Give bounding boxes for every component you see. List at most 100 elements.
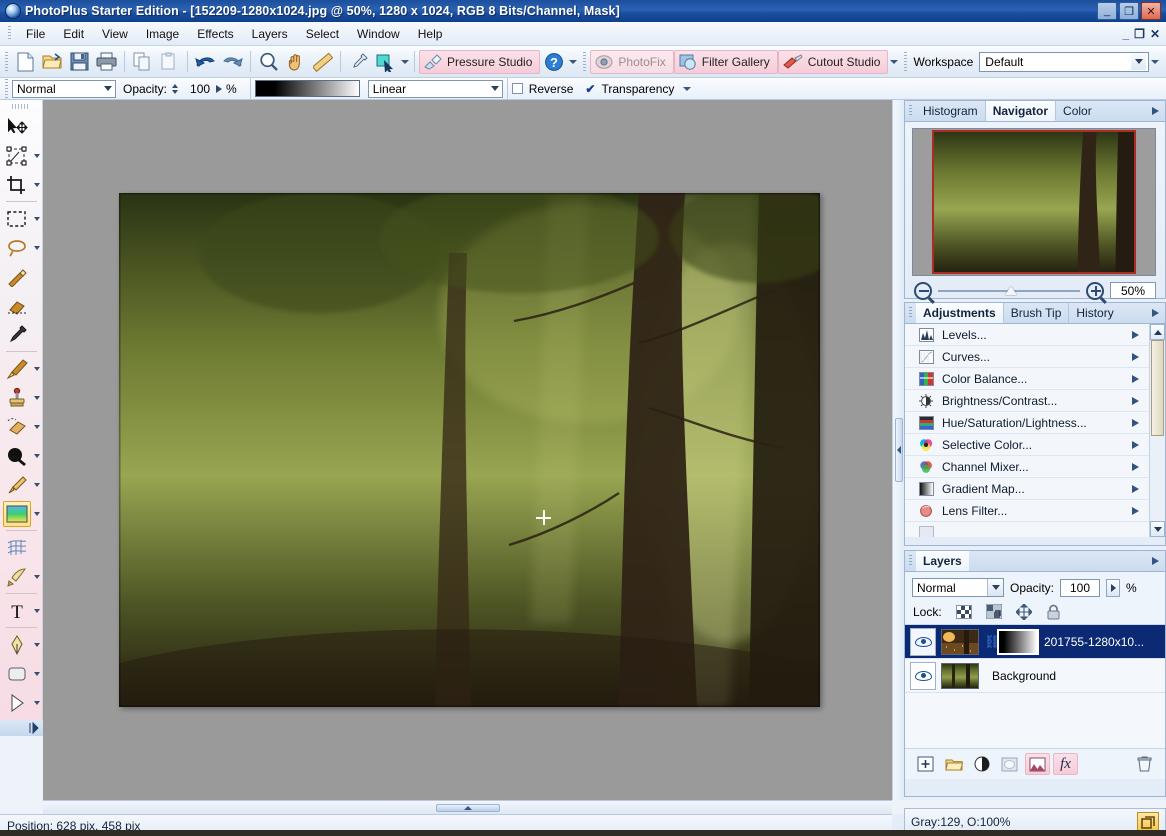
- opacity-flyout-arrow-icon[interactable]: [216, 82, 223, 96]
- menu-file[interactable]: File: [17, 24, 54, 44]
- menu-select[interactable]: Select: [297, 24, 348, 44]
- tool-shape[interactable]: [0, 659, 43, 688]
- zoom-in-icon[interactable]: [1086, 281, 1104, 300]
- filter-gallery-button[interactable]: Filter Gallery: [673, 49, 778, 74]
- adjustment-apply-arrow-icon[interactable]: [1132, 418, 1139, 427]
- new-window-icon[interactable]: [1137, 812, 1159, 832]
- layers-panel-menu-button[interactable]: [1145, 551, 1165, 571]
- tool-clone[interactable]: [0, 383, 43, 412]
- tab-history[interactable]: History: [1069, 303, 1120, 323]
- table-row[interactable]: Background: [905, 659, 1165, 693]
- menu-edit[interactable]: Edit: [54, 24, 93, 44]
- tab-color[interactable]: Color: [1056, 101, 1099, 121]
- tool-pen[interactable]: [0, 630, 43, 659]
- gradient-type-chevron-down-icon[interactable]: [488, 81, 502, 97]
- layer-mask-thumbnail[interactable]: [997, 628, 1039, 655]
- scrollbar-thumb[interactable]: [1151, 340, 1164, 436]
- reverse-checkbox[interactable]: [511, 83, 523, 94]
- toolbar-grip-handle-3[interactable]: [904, 51, 908, 72]
- image-canvas[interactable]: [119, 193, 820, 707]
- layers-list[interactable]: ⛓ 201755-1280x10... Background: [905, 625, 1165, 749]
- layers-panel-grip[interactable]: [909, 555, 912, 567]
- vertical-splitter-grab-handle[interactable]: [894, 418, 903, 482]
- horizontal-splitter[interactable]: [43, 800, 892, 814]
- table-row[interactable]: ⛓ 201755-1280x10...: [905, 625, 1165, 659]
- layer-opacity-flyout-button[interactable]: [1106, 578, 1121, 597]
- layer-blend-mode-select[interactable]: Normal: [912, 578, 1004, 597]
- workspace-overflow-icon[interactable]: [1149, 51, 1160, 73]
- minimize-button[interactable]: _: [1097, 2, 1117, 20]
- workspace-select[interactable]: Default: [979, 51, 1150, 72]
- adjustment-brightness-contrast[interactable]: Brightness/Contrast...: [905, 390, 1165, 412]
- tool-smudge[interactable]: [0, 470, 43, 499]
- lock-position-icon[interactable]: [1015, 603, 1032, 620]
- measure-ruler-icon[interactable]: [309, 49, 336, 75]
- close-button[interactable]: ✕: [1141, 2, 1161, 20]
- menu-grip-handle[interactable]: [8, 26, 11, 41]
- doc-restore-button[interactable]: ❐: [1134, 27, 1145, 41]
- node-select-dropdown-arrow-icon[interactable]: [399, 51, 410, 73]
- toolbar-grip-handle-2[interactable]: [583, 51, 587, 72]
- opacity-value[interactable]: 100: [190, 82, 210, 96]
- adjustment-apply-arrow-icon[interactable]: [1132, 330, 1139, 339]
- tool-lasso-select[interactable]: [0, 233, 43, 262]
- doc-close-button[interactable]: ✕: [1150, 27, 1160, 41]
- menu-layers[interactable]: Layers: [243, 24, 297, 44]
- layer-visibility-toggle[interactable]: [910, 661, 936, 690]
- redo-arrow-icon[interactable]: [219, 49, 246, 75]
- tool-gradient-fill[interactable]: [0, 499, 43, 528]
- tool-paintbrush[interactable]: [0, 354, 43, 383]
- layer-mask-icon[interactable]: [1025, 753, 1050, 775]
- transparency-checkbox[interactable]: ✔: [585, 82, 595, 96]
- layer-opacity-input[interactable]: 100: [1060, 578, 1101, 597]
- lock-all-icon[interactable]: [1046, 604, 1061, 620]
- options-overflow-icon[interactable]: [681, 78, 692, 100]
- new-icon[interactable]: [12, 49, 39, 75]
- adjustment-apply-arrow-icon[interactable]: [1132, 396, 1139, 405]
- adjustment-apply-arrow-icon[interactable]: [1132, 462, 1139, 471]
- menu-help[interactable]: Help: [409, 24, 452, 44]
- adjustment-apply-arrow-icon[interactable]: [1132, 506, 1139, 515]
- tab-adjustments[interactable]: Adjustments: [916, 303, 1004, 323]
- adjustment-partial-row[interactable]: [905, 522, 1165, 537]
- pressure-studio-button[interactable]: Pressure Studio: [419, 49, 541, 74]
- delete-layer-trash-icon[interactable]: [1132, 753, 1157, 775]
- tool-palette-grip[interactable]: [12, 104, 30, 109]
- workspace-chevron-down-icon[interactable]: [1131, 53, 1147, 70]
- zoom-out-icon[interactable]: [914, 281, 932, 300]
- adjustments-list[interactable]: Levels... Curves... Color Balance... Bri…: [905, 324, 1165, 537]
- adjustments-scrollbar[interactable]: [1149, 324, 1165, 537]
- blend-mode-select[interactable]: Normal: [12, 79, 116, 98]
- lock-image-icon[interactable]: [985, 604, 1002, 619]
- mask-layer-icon[interactable]: [997, 753, 1022, 775]
- adjustment-channel-mixer[interactable]: Channel Mixer...: [905, 456, 1165, 478]
- layer-mask-link-icon[interactable]: ⛓: [984, 634, 1001, 650]
- copy-icon[interactable]: [129, 49, 156, 75]
- print-icon[interactable]: [93, 49, 120, 75]
- undo-arrow-icon[interactable]: [192, 49, 219, 75]
- adjustment-apply-arrow-icon[interactable]: [1132, 484, 1139, 493]
- navigator-viewport[interactable]: [912, 128, 1156, 276]
- cutout-studio-button[interactable]: Cutout Studio: [777, 49, 889, 74]
- navigator-panel-menu-button[interactable]: [1145, 101, 1165, 121]
- tab-layers[interactable]: Layers: [916, 551, 969, 571]
- paste-icon[interactable]: [156, 49, 183, 75]
- menu-window[interactable]: Window: [348, 24, 409, 44]
- studio-overflow-icon[interactable]: [888, 51, 899, 73]
- maximize-button[interactable]: ❐: [1119, 2, 1139, 20]
- help-icon[interactable]: ?: [540, 49, 567, 75]
- tool-color-pickup[interactable]: [0, 320, 43, 349]
- adjustment-curves[interactable]: Curves...: [905, 346, 1165, 368]
- menu-view[interactable]: View: [93, 24, 137, 44]
- eyedropper-icon[interactable]: [345, 49, 372, 75]
- adjustment-levels[interactable]: Levels...: [905, 324, 1165, 346]
- tool-crop[interactable]: [0, 170, 43, 199]
- adjustment-gradient-map[interactable]: Gradient Map...: [905, 478, 1165, 500]
- tool-node-edit[interactable]: [0, 688, 43, 717]
- options-grip-handle[interactable]: [5, 78, 8, 99]
- menu-effects[interactable]: Effects: [188, 24, 242, 44]
- gradient-swatch[interactable]: [254, 80, 360, 97]
- adjustment-apply-arrow-icon[interactable]: [1132, 374, 1139, 383]
- document-canvas-area[interactable]: [43, 100, 892, 800]
- menu-image[interactable]: Image: [137, 24, 188, 44]
